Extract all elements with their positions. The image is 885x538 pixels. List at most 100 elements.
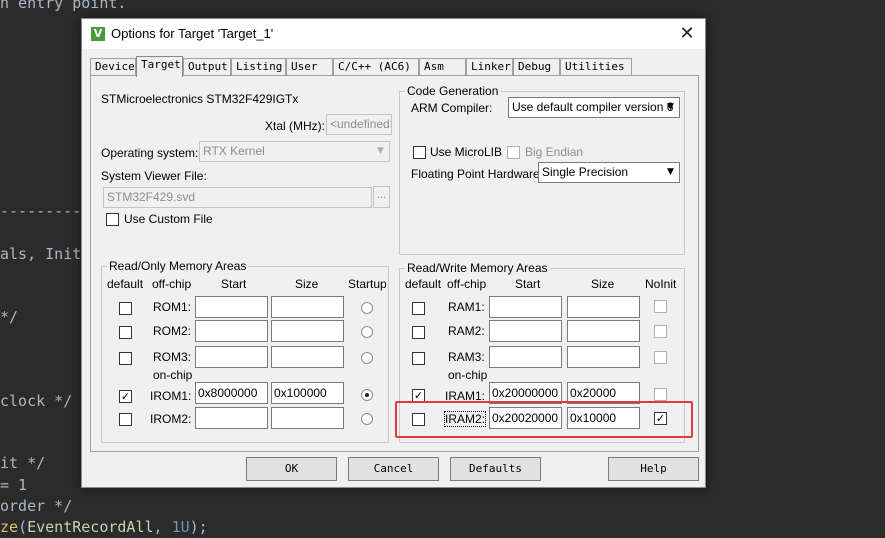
ram3-noinit-checkbox[interactable]	[654, 351, 667, 364]
compiler-value: Use default compiler version 6	[512, 100, 674, 114]
big-endian-checkbox[interactable]	[507, 146, 520, 159]
ram1-default-checkbox[interactable]	[412, 302, 425, 315]
code-line-5: clock */	[0, 392, 73, 410]
ram3-default-checkbox[interactable]	[412, 352, 425, 365]
ram1-label: RAM1:	[448, 300, 485, 314]
tab-debug[interactable]: Debug	[513, 58, 560, 76]
browse-button[interactable]: ...	[373, 186, 390, 208]
dialog-titlebar[interactable]: V Options for Target 'Target_1' ✕	[82, 19, 705, 49]
irom1-default-checkbox[interactable]: ✓	[119, 390, 132, 403]
fph-label: Floating Point Hardware:	[411, 167, 544, 181]
ram2-noinit-checkbox[interactable]	[654, 325, 667, 338]
keil-uvision-icon: V	[91, 27, 105, 41]
rom3-size-input[interactable]	[271, 346, 344, 368]
compiler-label: ARM Compiler:	[411, 101, 493, 115]
microlib-label: Use MicroLIB	[430, 145, 503, 159]
rw-header-start: Start	[515, 277, 541, 291]
ro-onchip-label: on-chip	[153, 368, 193, 382]
ram2-size-input[interactable]	[567, 320, 640, 342]
tab-linker[interactable]: Linker	[466, 58, 513, 76]
device-name: STMicroelectronics STM32F429IGTx	[101, 92, 299, 106]
ram3-size-input[interactable]	[567, 346, 640, 368]
ram1-size-input[interactable]	[567, 296, 640, 318]
tab-utilities[interactable]: Utilities	[560, 58, 632, 76]
rw-header-size: Size	[591, 277, 615, 291]
defaults-button[interactable]: Defaults	[450, 457, 541, 481]
code-line-9: ze(EventRecordAll, 1U);	[0, 518, 208, 536]
tab-listing[interactable]: Listing	[231, 58, 286, 76]
ram1-noinit-checkbox[interactable]	[654, 300, 667, 313]
fph-value: Single Precision	[542, 165, 629, 179]
irom2-size-input[interactable]	[271, 407, 344, 429]
iram1-noinit-checkbox[interactable]	[654, 388, 667, 401]
code-line-6: it */	[0, 454, 46, 472]
iram2-highlight-box	[395, 401, 693, 438]
ram2-default-checkbox[interactable]	[412, 326, 425, 339]
irom1-size-input[interactable]: 0x100000	[271, 382, 344, 404]
tab-cpp[interactable]: C/C++ (AC6)	[333, 58, 419, 76]
rw-memory-title: Read/Write Memory Areas	[405, 261, 550, 275]
close-icon[interactable]: ✕	[675, 22, 699, 46]
rom3-start-input[interactable]	[195, 346, 268, 368]
microlib-checkbox[interactable]	[413, 146, 426, 159]
rom1-size-input[interactable]	[271, 296, 344, 318]
code-line-2: ----------	[0, 202, 91, 220]
rw-header-noinit: NoInit	[645, 277, 677, 291]
rom3-default-checkbox[interactable]	[119, 352, 132, 365]
rom1-startup-radio[interactable]	[361, 302, 373, 314]
chevron-down-icon: ▼	[667, 102, 674, 112]
rw-header-offchip: off-chip	[447, 277, 487, 291]
rom2-startup-radio[interactable]	[361, 326, 373, 338]
tab-asm[interactable]: Asm	[419, 58, 466, 76]
ram3-label: RAM3:	[448, 350, 485, 364]
code-line-1: n entry point.	[0, 0, 127, 12]
svd-field[interactable]: STM32F429.svd	[103, 187, 372, 208]
tab-device[interactable]: Device	[90, 58, 136, 76]
irom2-start-input[interactable]	[195, 407, 268, 429]
irom1-startup-radio[interactable]	[361, 389, 373, 401]
rom1-start-input[interactable]	[195, 296, 268, 318]
ram2-start-input[interactable]	[489, 320, 562, 342]
compiler-select[interactable]: Use default compiler version 6 ▼	[508, 97, 680, 118]
ram1-start-input[interactable]	[489, 296, 562, 318]
rom3-label: ROM3:	[153, 350, 192, 364]
ro-header-offchip: off-chip	[152, 277, 192, 291]
ro-header-size: Size	[295, 277, 319, 291]
irom2-default-checkbox[interactable]	[119, 413, 132, 426]
tab-target[interactable]: Target	[136, 56, 183, 77]
os-label: Operating system:	[101, 146, 199, 160]
code-line-3: als, Init	[0, 245, 82, 263]
code-paren-open: (	[18, 518, 28, 536]
irom2-startup-radio[interactable]	[361, 413, 373, 425]
use-custom-file-checkbox[interactable]	[106, 213, 119, 226]
use-custom-file-label: Use Custom File	[124, 212, 213, 226]
fph-select[interactable]: Single Precision ▼	[538, 162, 680, 183]
rom2-default-checkbox[interactable]	[119, 326, 132, 339]
code-arg2: 1U	[171, 518, 190, 536]
code-line-8: order */	[0, 497, 73, 515]
irom1-start-input[interactable]: 0x8000000	[195, 382, 268, 404]
xtal-field[interactable]: <undefined>	[326, 114, 392, 135]
os-select[interactable]: RTX Kernel ▼	[199, 141, 390, 162]
cancel-button[interactable]: Cancel	[348, 457, 439, 481]
ro-memory-title: Read/Only Memory Areas	[107, 259, 249, 273]
rom3-startup-radio[interactable]	[361, 352, 373, 364]
ram3-start-input[interactable]	[489, 346, 562, 368]
ram2-label: RAM2:	[448, 324, 485, 338]
code-generation-title: Code Generation	[405, 84, 501, 98]
help-button[interactable]: Help	[608, 457, 699, 481]
ro-header-start: Start	[221, 277, 247, 291]
rom1-default-checkbox[interactable]	[119, 302, 132, 315]
rom2-size-input[interactable]	[271, 320, 344, 342]
rom2-label: ROM2:	[153, 324, 192, 338]
svd-label: System Viewer File:	[101, 169, 207, 183]
code-arg1: EventRecordAll	[27, 518, 154, 536]
tab-output[interactable]: Output	[183, 58, 231, 76]
code-func: ze	[0, 518, 19, 536]
code-sep: ,	[153, 518, 172, 536]
ok-button[interactable]: OK	[246, 457, 337, 481]
irom1-label: IROM1:	[150, 389, 192, 403]
tab-user[interactable]: User	[286, 58, 333, 76]
rom2-start-input[interactable]	[195, 320, 268, 342]
rw-onchip-label: on-chip	[448, 368, 488, 382]
